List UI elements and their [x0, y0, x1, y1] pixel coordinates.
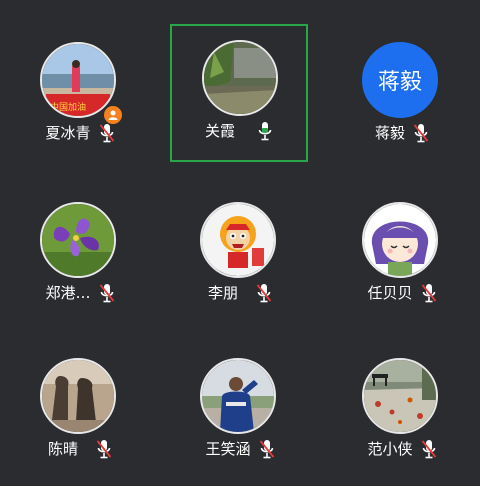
participant-tile[interactable]: 王笑涵	[172, 350, 308, 486]
participant-name-row: 王笑涵	[172, 438, 308, 460]
avatar	[200, 202, 276, 278]
mic-muted-icon	[413, 123, 429, 143]
participant-name: 夏冰青	[45, 124, 91, 142]
participant-name: 范小侠	[367, 440, 413, 458]
mic-muted-icon	[99, 283, 115, 303]
participant-name-row: 郑港…	[12, 282, 148, 304]
participant-name-row: 范小侠	[334, 438, 470, 460]
participant-name: 郑港…	[45, 284, 91, 302]
participant-name: 陈晴	[47, 440, 78, 458]
mic-muted-icon	[256, 283, 272, 303]
participant-name-row: 关霞	[172, 120, 306, 142]
avatar	[362, 202, 438, 278]
avatar	[362, 358, 438, 434]
participant-tile[interactable]: 郑港…	[12, 194, 148, 330]
mic-muted-icon	[259, 439, 275, 459]
participant-name: 蒋毅	[374, 124, 405, 142]
svg-text:中国加油: 中国加油	[50, 101, 86, 113]
mic-muted-icon	[99, 123, 115, 143]
mic-muted-icon	[96, 439, 112, 459]
participant-tile-speaking[interactable]: 关霞	[170, 24, 308, 162]
avatar	[40, 202, 116, 278]
participant-tile[interactable]: 范小侠	[334, 350, 470, 486]
participant-name-row: 陈晴	[12, 438, 148, 460]
avatar	[200, 358, 276, 434]
mic-muted-icon	[421, 283, 437, 303]
participant-name: 王笑涵	[205, 440, 251, 458]
mic-on-icon	[257, 121, 273, 141]
participant-tile[interactable]: 李朋	[172, 194, 308, 330]
avatar	[202, 40, 278, 116]
avatar	[40, 358, 116, 434]
participant-tile[interactable]: 陈晴	[12, 350, 148, 486]
participant-name-row: 李朋	[172, 282, 308, 304]
participant-tile[interactable]: 中国加油 夏冰青	[12, 34, 148, 170]
participant-name-row: 蒋毅	[334, 122, 470, 144]
participant-tile[interactable]: 任贝贝	[334, 194, 470, 330]
participant-name: 关霞	[204, 122, 235, 140]
participant-name: 李朋	[207, 284, 238, 302]
mic-muted-icon	[421, 439, 437, 459]
participant-tile[interactable]: 蒋毅 蒋毅	[334, 34, 470, 170]
text-avatar: 蒋毅	[362, 42, 438, 118]
participant-name: 任贝贝	[367, 284, 413, 302]
participant-name-row: 任贝贝	[334, 282, 470, 304]
participant-name-row: 夏冰青	[12, 122, 148, 144]
